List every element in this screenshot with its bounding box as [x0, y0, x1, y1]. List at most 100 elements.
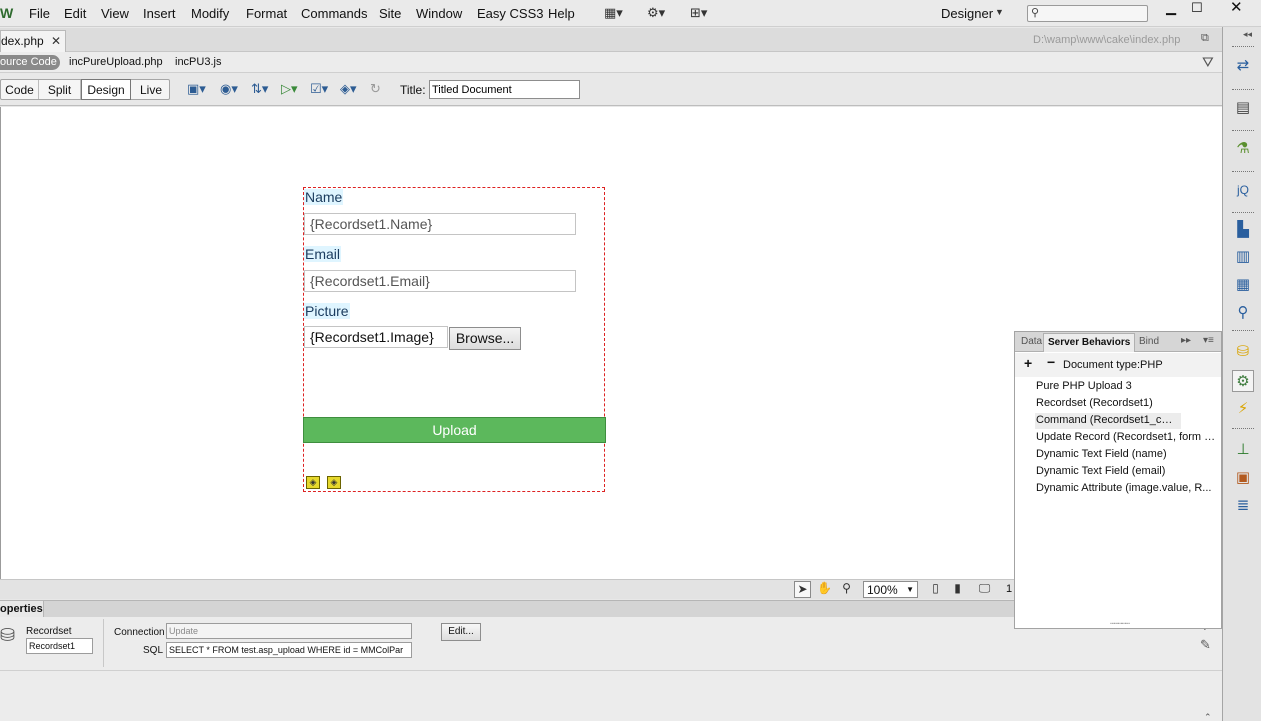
briefcase-icon[interactable]: ▣	[1232, 467, 1254, 489]
sql-field[interactable]: SELECT * FROM test.asp_upload WHERE id =…	[166, 642, 412, 658]
multiscreen-icon[interactable]: ▣▾	[187, 81, 206, 97]
upload-form[interactable]: Name {Recordset1.Name} Email {Recordset1…	[303, 187, 606, 492]
gear-icon[interactable]: ⚙▾	[647, 5, 665, 21]
menu-file[interactable]: File	[29, 6, 50, 21]
desktop-size-icon[interactable]: 🖵	[976, 581, 993, 598]
workspace-switcher[interactable]: Designer	[941, 6, 993, 21]
close-icon[interactable]: ✕	[51, 34, 61, 48]
name-field[interactable]: {Recordset1.Name}	[304, 213, 576, 235]
menu-view[interactable]: View	[101, 6, 129, 21]
document-title-input[interactable]	[429, 80, 580, 99]
email-field[interactable]: {Recordset1.Email}	[304, 270, 576, 292]
menu-insert[interactable]: Insert	[143, 6, 176, 21]
file-transfer-icon[interactable]: ⇅▾	[251, 81, 268, 97]
code-view-button[interactable]: Code	[1, 80, 39, 99]
behaviors-icon[interactable]: ⚡	[1232, 398, 1254, 420]
browse-button[interactable]: Browse...	[449, 327, 521, 350]
insert-panel-icon[interactable]: ⇄	[1232, 55, 1254, 77]
mobile-size-icon[interactable]: ▯	[927, 581, 944, 598]
files-tree-icon[interactable]: ⊥	[1232, 439, 1254, 461]
menu-site[interactable]: Site	[379, 6, 401, 21]
list-item[interactable]: Update Record (Recordset1, form "...	[1035, 430, 1218, 446]
search-input[interactable]: ⚲	[1027, 5, 1148, 22]
list-item[interactable]: Command (Recordset1_cmd)	[1035, 413, 1181, 429]
menu-easy-css3[interactable]: Easy CSS3	[477, 6, 543, 21]
databases-icon[interactable]: ⛁	[1232, 341, 1254, 363]
menu-format[interactable]: Format	[246, 6, 287, 21]
menu-window[interactable]: Window	[416, 6, 462, 21]
tab-label: dex.php	[1, 34, 44, 48]
site-map-icon[interactable]: ⊞▾	[690, 5, 707, 21]
email-label: Email	[304, 246, 342, 262]
hidden-field-marker-icon[interactable]: ◈	[327, 476, 341, 489]
hidden-field-marker-icon[interactable]: ◈	[306, 476, 320, 489]
history-icon[interactable]: ≣	[1232, 495, 1254, 517]
check-page-icon[interactable]: ☑▾	[310, 81, 328, 97]
image-file-field[interactable]: {Recordset1.Image}	[304, 326, 448, 348]
validate-icon[interactable]: ▷▾	[281, 81, 298, 97]
recordset-name-field[interactable]: Recordset1	[26, 638, 93, 654]
maximize-icon[interactable]: ☐	[1191, 0, 1203, 16]
view-switcher: Code Split Design Live	[0, 79, 170, 100]
divider	[1232, 89, 1254, 91]
css-styles-icon[interactable]: ▤	[1232, 97, 1254, 119]
edit-pencil-icon[interactable]: ✎	[1200, 637, 1211, 653]
remove-behavior-icon[interactable]: −	[1047, 354, 1055, 370]
collapse-panels-icon[interactable]: ◂◂	[1243, 29, 1252, 40]
file-path: D:\wamp\www\cake\index.php	[1033, 34, 1181, 46]
assets-icon[interactable]: ▥	[1232, 246, 1254, 268]
list-item[interactable]: Recordset (Recordset1)	[1035, 396, 1218, 412]
menu-commands[interactable]: Commands	[301, 6, 367, 21]
pointer-tool-icon[interactable]: ➤	[794, 581, 811, 598]
panel-menu-icon[interactable]: ▾≡	[1203, 335, 1214, 346]
jquery-icon[interactable]: jQ	[1232, 179, 1254, 201]
zoom-tool-icon[interactable]: ⚲	[838, 581, 855, 598]
more-tabs-icon[interactable]: ▸▸	[1181, 335, 1191, 346]
tablet-size-icon[interactable]: ▮	[949, 581, 966, 598]
connection-field[interactable]: Update	[166, 623, 412, 639]
visual-aids-icon[interactable]: ◈▾	[340, 81, 357, 97]
divider	[1232, 330, 1254, 332]
picture-label: Picture	[304, 303, 350, 319]
code-inspect-icon[interactable]: ⚲	[1232, 302, 1254, 324]
edit-button[interactable]: Edit...	[441, 623, 481, 641]
list-item[interactable]: Dynamic Text Field (email)	[1035, 464, 1218, 480]
preview-browser-icon[interactable]: ◉▾	[220, 81, 238, 97]
menu-help[interactable]: Help	[548, 6, 575, 21]
filter-icon[interactable]: ⛛	[1202, 54, 1214, 71]
tab-bindings[interactable]: Bind	[1139, 336, 1159, 347]
tab-index-php[interactable]: dex.php ✕	[0, 30, 66, 52]
server-behaviors-icon[interactable]: ⚙	[1232, 370, 1254, 392]
layout-icon[interactable]: ▦▾	[604, 5, 623, 21]
tab-databases[interactable]: Data	[1021, 336, 1042, 347]
menu-bar: W File Edit View Insert Modify Format Co…	[0, 0, 1261, 27]
minimize-icon[interactable]: ▁	[1166, 0, 1176, 16]
upload-button[interactable]: Upload	[303, 417, 606, 443]
hand-tool-icon[interactable]: ✋	[816, 581, 833, 598]
live-view-button[interactable]: Live	[132, 80, 170, 99]
zoom-select[interactable]: 100% ▼	[863, 581, 918, 598]
related-file-incpu3[interactable]: incPU3.js	[175, 56, 221, 68]
source-code-button[interactable]: ource Code	[0, 55, 60, 70]
chevron-up-icon[interactable]: ⌃	[1204, 712, 1212, 721]
list-item[interactable]: Dynamic Attribute (image.value, R...	[1035, 481, 1218, 497]
list-item[interactable]: Dynamic Text Field (name)	[1035, 447, 1218, 463]
add-behavior-icon[interactable]: +	[1024, 355, 1032, 371]
ap-elements-icon[interactable]: ▙	[1232, 219, 1254, 241]
properties-panel: ⛁ Recordset Recordset1 Connection Update…	[0, 617, 1222, 721]
close-icon[interactable]: ✕	[1230, 0, 1243, 16]
properties-tab[interactable]: operties	[0, 601, 44, 618]
resize-grip-icon[interactable]: ┄┄┄┄┄	[1110, 619, 1130, 628]
refresh-icon[interactable]: ↻	[370, 81, 381, 97]
design-view-button[interactable]: Design	[81, 79, 131, 100]
tab-server-behaviors[interactable]: Server Behaviors	[1043, 333, 1136, 352]
list-item[interactable]: Pure PHP Upload 3	[1035, 379, 1218, 395]
menu-modify[interactable]: Modify	[191, 6, 229, 21]
related-file-incpureupload[interactable]: incPureUpload.php	[69, 56, 163, 68]
split-view-button[interactable]: Split	[39, 80, 81, 99]
menu-edit[interactable]: Edit	[64, 6, 86, 21]
flask-icon[interactable]: ⚗	[1232, 138, 1254, 160]
restore-window-icon[interactable]: ⧉	[1201, 32, 1209, 45]
chevron-down-icon[interactable]: ▼	[995, 7, 1004, 17]
snippets-icon[interactable]: ▦	[1232, 274, 1254, 296]
